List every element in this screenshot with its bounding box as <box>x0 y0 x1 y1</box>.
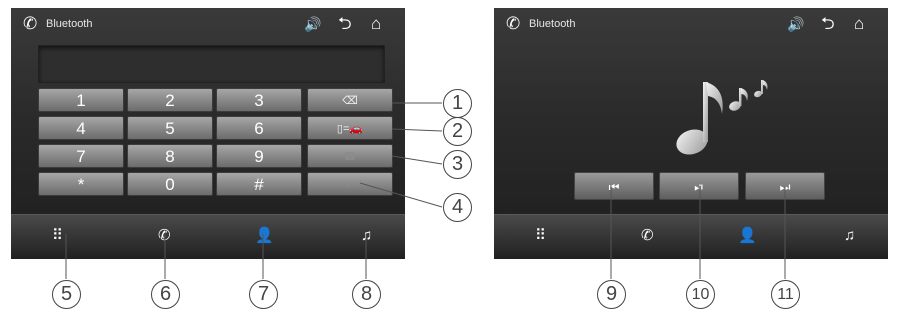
callout-10: 10 <box>686 280 715 309</box>
callout-2: 2 <box>443 117 472 146</box>
callout-5: 5 <box>52 280 81 309</box>
callout-6: 6 <box>151 280 180 309</box>
callout-8: 8 <box>352 280 381 309</box>
callout-1: 1 <box>443 89 472 118</box>
callout-4: 4 <box>443 193 472 222</box>
callout-9: 9 <box>597 280 626 309</box>
callout-11: 11 <box>771 280 800 309</box>
callout-3: 3 <box>443 150 472 179</box>
callout-7: 7 <box>249 280 278 309</box>
